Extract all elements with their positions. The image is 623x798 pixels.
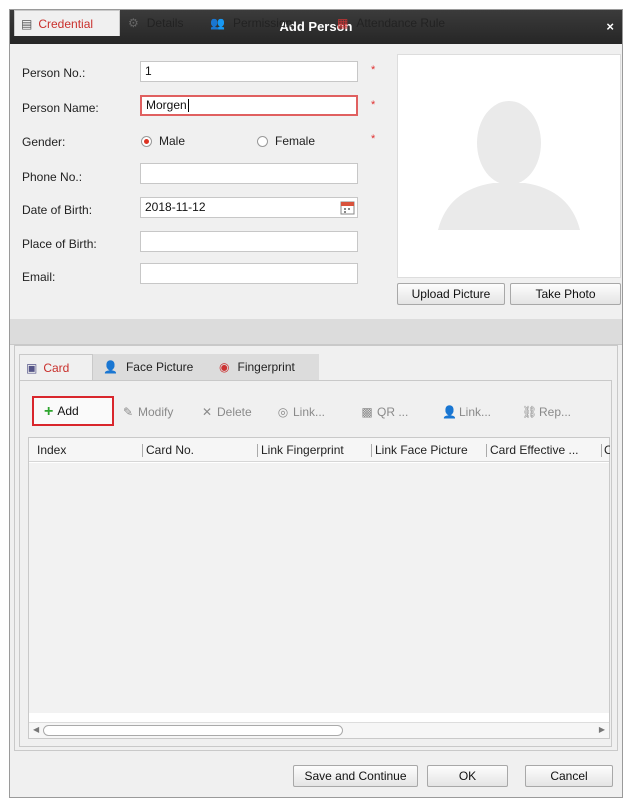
permission-icon: 👥 (210, 16, 225, 30)
card-panel: + Add ✎ Modify ✕ Delete ◎ Link... ▩ QR ... 👤 L… (19, 380, 612, 747)
female-label: Female (275, 134, 316, 148)
email-input[interactable] (140, 263, 358, 284)
person-no-label: Person No.: (22, 66, 86, 80)
take-photo-button[interactable]: Take Photo (510, 283, 621, 305)
person-link-icon: 👤 (442, 405, 457, 419)
face-icon: 👤 (103, 360, 118, 374)
plus-icon: + (44, 403, 54, 420)
cancel-button[interactable]: Cancel (525, 765, 613, 787)
rep-label: Rep... (539, 405, 572, 419)
tab-label: Fingerprint (237, 360, 295, 374)
save-and-continue-button[interactable]: Save and Continue (293, 765, 418, 787)
tab-label: Permission (232, 16, 293, 30)
scrollbar-thumb[interactable] (43, 725, 343, 736)
tab-attendance-rule[interactable]: ▦ Attendance Rule (337, 10, 445, 36)
person-name-value: Morgen (146, 98, 187, 112)
add-person-dialog: Add Person × Person No.: 1 * Person Name… (9, 9, 623, 798)
gender-label: Gender: (22, 135, 66, 149)
tab-label: Credential (38, 17, 94, 31)
tab-label: Attendance Rule (356, 16, 446, 30)
dob-input[interactable]: 2018-11-12 (140, 197, 358, 218)
credential-panel: ▣ Card 👤 Face Picture ◉ Fingerprint + Add ✎ M… (14, 345, 618, 751)
fingerprint-link-icon: ◎ (277, 405, 289, 419)
column-header[interactable]: C (604, 438, 610, 462)
phone-label: Phone No.: (22, 170, 83, 184)
delete-button[interactable]: ✕ Delete (200, 399, 252, 425)
details-icon: ⚙ (128, 16, 139, 30)
column-header[interactable]: Link Face Picture (375, 438, 487, 462)
column-header[interactable]: Link Fingerprint (261, 438, 371, 462)
unlink-icon: ⛓ (522, 405, 538, 419)
tab-credential[interactable]: ▤ Credential (14, 10, 120, 36)
attendance-icon: ▦ (337, 16, 349, 30)
column-divider[interactable] (371, 444, 372, 457)
required-mark: * (371, 99, 376, 111)
required-mark: * (371, 133, 376, 145)
person-name-input[interactable]: Morgen (140, 95, 358, 116)
qr-button[interactable]: ▩ QR ... (360, 399, 408, 425)
table-header: Index Card No. Link Fingerprint Link Fac… (29, 438, 610, 462)
person-no-input[interactable]: 1 (140, 61, 358, 82)
column-header[interactable]: Index (37, 438, 127, 462)
calendar-icon[interactable] (340, 200, 355, 215)
tab-label: Card (43, 361, 70, 375)
tab-details[interactable]: ⚙ Details (128, 10, 183, 36)
modify-button[interactable]: ✎ Modify (121, 399, 173, 425)
column-header[interactable]: Card Effective ... (490, 438, 598, 462)
tab-permission[interactable]: 👥 Permission (210, 10, 292, 36)
male-radio[interactable] (141, 136, 152, 147)
card-icon: ▣ (26, 361, 38, 375)
table-body (29, 463, 609, 713)
column-divider[interactable] (257, 444, 258, 457)
column-header[interactable]: Card No. (146, 438, 246, 462)
pob-input[interactable] (140, 231, 358, 252)
add-card-button[interactable]: + Add (32, 396, 114, 426)
id-card-icon: ▤ (21, 17, 33, 31)
dob-value: 2018-11-12 (145, 200, 206, 214)
person-name-label: Person Name: (22, 101, 99, 115)
tab-card[interactable]: ▣ Card (19, 354, 93, 380)
tab-face-picture[interactable]: 👤 Face Picture (103, 354, 193, 380)
link-fingerprint-button[interactable]: ◎ Link... (276, 399, 325, 425)
tab-fingerprint[interactable]: ◉ Fingerprint (219, 354, 295, 380)
horizontal-scrollbar[interactable]: ◀ ▶ (29, 722, 609, 738)
fingerprint-icon: ◉ (219, 360, 230, 374)
ok-button[interactable]: OK (427, 765, 508, 787)
link-label: Link... (293, 405, 326, 419)
delete-label: Delete (217, 405, 252, 419)
phone-input[interactable] (140, 163, 358, 184)
dialog-footer: Save and Continue OK Cancel (10, 751, 622, 797)
modify-label: Modify (138, 405, 174, 419)
delete-icon: ✕ (201, 405, 213, 419)
link-label: Link... (459, 405, 492, 419)
dob-label: Date of Birth: (22, 203, 93, 217)
tab-label: Details (146, 16, 184, 30)
required-mark: * (371, 64, 376, 76)
upload-picture-button[interactable]: Upload Picture (397, 283, 505, 305)
column-divider[interactable] (601, 444, 602, 457)
column-divider[interactable] (142, 444, 143, 457)
main-tab-bar (10, 319, 622, 345)
email-label: Email: (22, 270, 56, 284)
report-loss-button[interactable]: ⛓ Rep... (522, 399, 571, 425)
column-divider[interactable] (486, 444, 487, 457)
link-face-button[interactable]: 👤 Link... (442, 399, 491, 425)
add-label: Add (57, 404, 79, 418)
card-table: Index Card No. Link Fingerprint Link Fac… (28, 437, 610, 739)
edit-icon: ✎ (122, 405, 134, 419)
close-icon[interactable]: × (606, 10, 614, 44)
person-silhouette-icon (438, 101, 580, 230)
photo-preview (397, 54, 621, 278)
female-radio[interactable] (257, 136, 268, 147)
qr-label: QR ... (377, 405, 409, 419)
scroll-right-icon[interactable]: ▶ (599, 725, 605, 734)
tab-label: Face Picture (125, 360, 194, 374)
text-caret (187, 99, 189, 113)
male-label: Male (159, 134, 186, 148)
scroll-left-icon[interactable]: ◀ (33, 725, 39, 734)
pob-label: Place of Birth: (22, 237, 97, 251)
qr-code-icon: ▩ (361, 405, 373, 419)
